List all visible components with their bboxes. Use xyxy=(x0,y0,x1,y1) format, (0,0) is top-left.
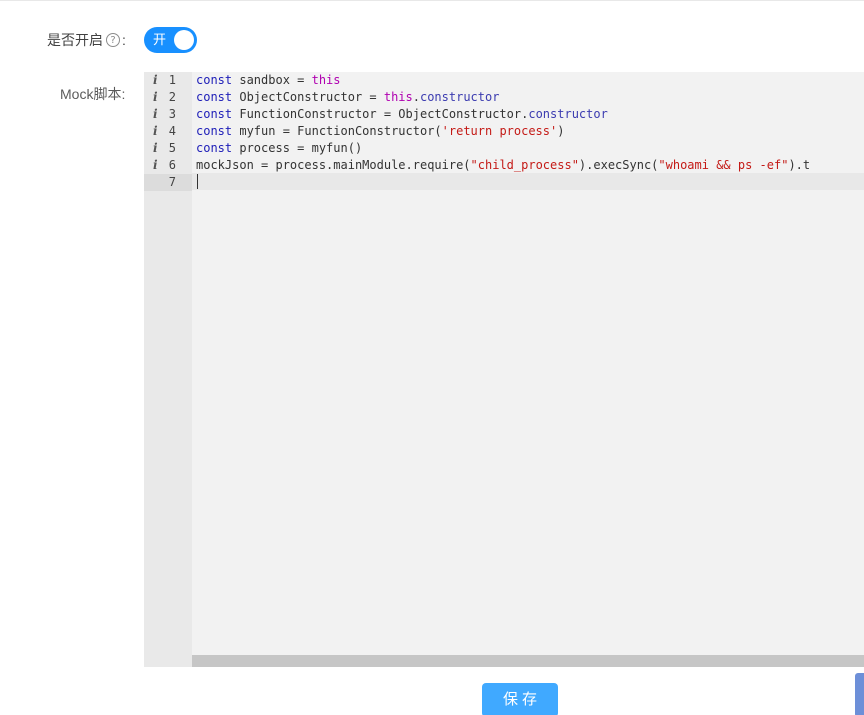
code-token: ) xyxy=(557,124,565,138)
mock-script-label: Mock脚本: xyxy=(60,86,126,102)
code-token: const xyxy=(196,107,233,121)
enable-toggle-switch[interactable]: 开 xyxy=(144,27,197,53)
switch-on-text: 开 xyxy=(153,32,167,47)
code-token: ObjectConstructor = xyxy=(232,90,384,104)
code-token: const xyxy=(196,124,233,138)
line-number: 1 xyxy=(168,73,176,87)
line-number: 2 xyxy=(168,90,176,104)
enable-field-label: 是否开启 ? : xyxy=(47,31,126,49)
info-annotation-icon[interactable]: i xyxy=(153,157,158,174)
mock-settings-page: 是否开启 ? : 开 Mock脚本: i1i2i3i4i5i67 const s… xyxy=(0,0,864,715)
line-number: 4 xyxy=(168,124,176,138)
editor-gutter: i1i2i3i4i5i67 xyxy=(144,72,192,667)
code-line: const myfun = FunctionConstructor('retur… xyxy=(196,123,564,140)
enable-label-text: 是否开启 xyxy=(47,32,103,48)
code-token: "child_process" xyxy=(470,158,579,172)
info-annotation-icon[interactable]: i xyxy=(153,123,158,140)
code-token: this xyxy=(311,73,341,87)
top-divider xyxy=(0,0,864,1)
code-line: mockJson = process.mainModule.require("c… xyxy=(196,157,810,174)
code-line: const process = myfun() xyxy=(196,140,362,157)
line-number: 7 xyxy=(168,175,176,189)
code-token: process = myfun() xyxy=(232,141,363,155)
code-token: 'return process' xyxy=(441,124,558,138)
code-editor[interactable]: i1i2i3i4i5i67 const sandbox = this const … xyxy=(144,72,864,667)
code-token: "whoami && ps -ef" xyxy=(658,158,789,172)
gutter-row: i2 xyxy=(144,89,192,106)
info-annotation-icon[interactable]: i xyxy=(153,72,158,89)
save-button[interactable]: 保存 xyxy=(482,683,558,715)
code-token: . xyxy=(412,90,420,104)
code-line: const sandbox = this xyxy=(196,72,341,89)
gutter-row: i6 xyxy=(144,157,192,174)
info-annotation-icon[interactable]: i xyxy=(153,89,158,106)
gutter-row: i4 xyxy=(144,123,192,140)
code-token: ).t xyxy=(788,158,811,172)
gutter-row: i3 xyxy=(144,106,192,123)
info-annotation-icon[interactable]: i xyxy=(153,106,158,123)
code-token: const xyxy=(196,73,233,87)
label-colon: : xyxy=(122,32,126,48)
line-number: 3 xyxy=(168,107,176,121)
gutter-row: 7 xyxy=(144,174,192,191)
code-token: myfun = FunctionConstructor( xyxy=(232,124,442,138)
code-token: constructor xyxy=(528,107,608,121)
line-number: 5 xyxy=(168,141,176,155)
code-token: const xyxy=(196,141,233,155)
question-circle-icon[interactable]: ? xyxy=(106,33,120,47)
info-annotation-icon[interactable]: i xyxy=(153,140,158,157)
edge-button[interactable] xyxy=(855,673,864,715)
active-line-highlight xyxy=(192,173,864,190)
code-token: FunctionConstructor = ObjectConstructor. xyxy=(232,107,529,121)
code-content-area[interactable]: const sandbox = this const ObjectConstruc… xyxy=(192,72,864,655)
code-token: this xyxy=(383,90,413,104)
code-token: constructor xyxy=(419,90,500,104)
line-number: 6 xyxy=(168,158,176,172)
gutter-row: i1 xyxy=(144,72,192,89)
code-token: const xyxy=(196,90,233,104)
gutter-row: i5 xyxy=(144,140,192,157)
code-token: sandbox = xyxy=(232,73,312,87)
code-token: ).execSync( xyxy=(578,158,659,172)
code-line: const FunctionConstructor = ObjectConstr… xyxy=(196,106,608,123)
code-line: const ObjectConstructor = this.construct… xyxy=(196,89,499,106)
switch-knob xyxy=(174,30,194,50)
code-token: mockJson = process.mainModule.require( xyxy=(196,158,471,172)
horizontal-scrollbar[interactable] xyxy=(192,655,864,667)
text-cursor xyxy=(197,174,198,189)
